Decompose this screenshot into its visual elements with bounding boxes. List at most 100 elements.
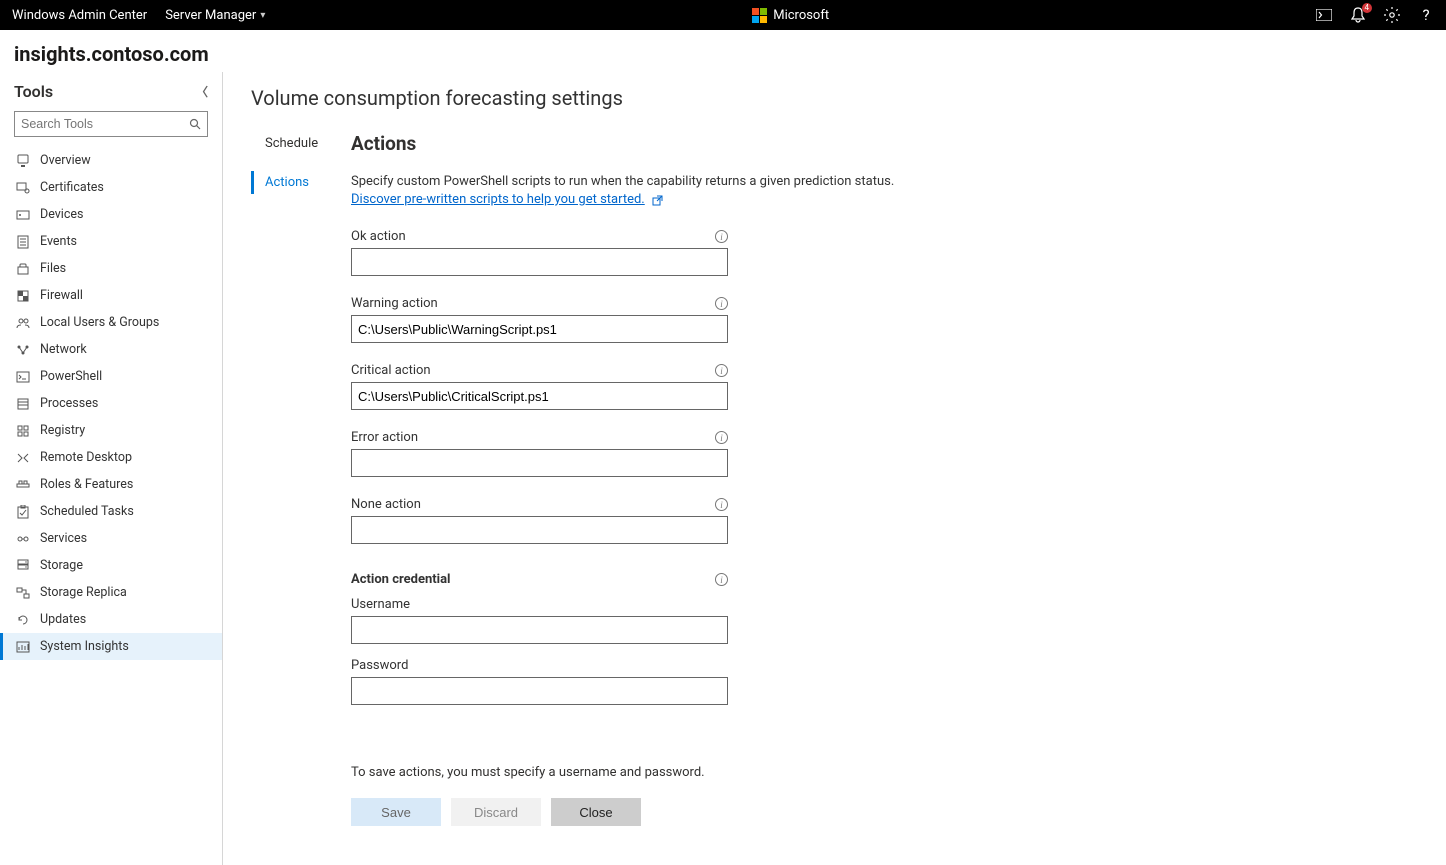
sidebar-item-powershell[interactable]: PowerShell [0,363,222,390]
section-description: Specify custom PowerShell scripts to run… [351,173,894,209]
tool-icon [16,370,30,384]
sidebar-item-label: Scheduled Tasks [40,504,134,519]
warning-action-label: Warning action [351,296,438,311]
discover-scripts-link[interactable]: Discover pre-written scripts to help you… [351,192,645,207]
settings-icon[interactable] [1384,7,1400,23]
sidebar-item-label: Certificates [40,180,104,195]
tool-icon [16,559,30,573]
sidebar-item-label: Firewall [40,288,83,303]
tools-title: Tools [14,82,53,101]
notification-badge: 4 [1362,3,1373,13]
close-button[interactable]: Close [551,798,641,826]
error-action-input[interactable] [351,449,728,477]
action-credential-heading: Action credential [351,572,451,587]
sidebar-item-services[interactable]: Services [0,525,222,552]
sidebar-item-network[interactable]: Network [0,336,222,363]
tool-icon [16,640,30,654]
sidebar-item-updates[interactable]: Updates [0,606,222,633]
tool-icon [16,451,30,465]
critical-action-info-icon[interactable]: i [715,364,728,377]
sidebar-item-overview[interactable]: Overview [0,147,222,174]
critical-action-input[interactable] [351,382,728,410]
sidebar-item-label: Services [40,531,87,546]
warning-action-info-icon[interactable]: i [715,297,728,310]
tab-schedule[interactable]: Schedule [251,132,321,155]
server-name: insights.contoso.com [0,30,1446,72]
sidebar-item-label: Remote Desktop [40,450,132,465]
sidebar-item-label: System Insights [40,639,129,654]
none-action-label: None action [351,497,421,512]
tab-actions[interactable]: Actions [251,171,321,194]
tool-icon [16,208,30,222]
sidebar-item-local-users-groups[interactable]: Local Users & Groups [0,309,222,336]
none-action-info-icon[interactable]: i [715,498,728,511]
action-credential-info-icon[interactable]: i [715,573,728,586]
server-manager-dropdown[interactable]: Server Manager ▾ [165,8,265,23]
terminal-icon[interactable] [1316,7,1332,23]
error-action-info-icon[interactable]: i [715,431,728,444]
tool-icon [16,505,30,519]
sidebar-item-scheduled-tasks[interactable]: Scheduled Tasks [0,498,222,525]
dropdown-label: Server Manager [165,8,256,23]
sidebar-item-label: Updates [40,612,86,627]
tool-icon [16,181,30,195]
sidebar-item-remote-desktop[interactable]: Remote Desktop [0,444,222,471]
tool-icon [16,235,30,249]
ok-action-input[interactable] [351,248,728,276]
main-content: Volume consumption forecasting settings … [223,72,1446,865]
sidebar-item-label: Events [40,234,77,249]
tool-icon [16,397,30,411]
sidebar-item-events[interactable]: Events [0,228,222,255]
app-brand: Windows Admin Center [12,8,147,23]
collapse-sidebar-icon[interactable]: 〈 [196,83,208,100]
settings-tabs: Schedule Actions [251,132,321,826]
sidebar-item-storage[interactable]: Storage [0,552,222,579]
password-input[interactable] [351,677,728,705]
sidebar-item-files[interactable]: Files [0,255,222,282]
ok-action-info-icon[interactable]: i [715,230,728,243]
sidebar-item-certificates[interactable]: Certificates [0,174,222,201]
sidebar-item-label: PowerShell [40,369,102,384]
sidebar-item-label: Local Users & Groups [40,315,159,330]
username-label: Username [351,597,410,612]
tool-icon [16,316,30,330]
sidebar-item-system-insights[interactable]: System Insights [0,633,222,660]
tool-icon [16,424,30,438]
tool-icon [16,532,30,546]
save-button[interactable]: Save [351,798,441,826]
sidebar-item-label: Network [40,342,87,357]
critical-action-label: Critical action [351,363,431,378]
sidebar-item-label: Storage [40,558,83,573]
warning-action-input[interactable] [351,315,728,343]
sidebar-item-label: Files [40,261,66,276]
sidebar: Tools 〈 Overview Certificates Devices Event… [0,72,223,865]
sidebar-item-storage-replica[interactable]: Storage Replica [0,579,222,606]
tool-icon [16,289,30,303]
sidebar-item-registry[interactable]: Registry [0,417,222,444]
sidebar-item-roles-features[interactable]: Roles & Features [0,471,222,498]
sidebar-item-devices[interactable]: Devices [0,201,222,228]
sidebar-item-label: Storage Replica [40,585,127,600]
username-input[interactable] [351,616,728,644]
search-icon [189,118,201,130]
sidebar-item-label: Processes [40,396,98,411]
microsoft-label: Microsoft [773,8,829,23]
none-action-input[interactable] [351,516,728,544]
sidebar-item-processes[interactable]: Processes [0,390,222,417]
discard-button[interactable]: Discard [451,798,541,826]
ok-action-label: Ok action [351,229,406,244]
tool-icon [16,343,30,357]
sidebar-item-label: Registry [40,423,85,438]
help-icon[interactable]: ? [1418,7,1434,23]
search-tools-box[interactable] [14,111,208,137]
error-action-label: Error action [351,430,418,445]
microsoft-logo-icon [752,8,767,23]
save-footnote: To save actions, you must specify a user… [351,765,894,780]
tool-icon [16,478,30,492]
search-tools-input[interactable] [21,117,189,131]
notifications-icon[interactable]: 4 [1350,7,1366,23]
external-link-icon [652,193,663,206]
sidebar-item-label: Overview [40,153,91,168]
tool-icon [16,586,30,600]
sidebar-item-firewall[interactable]: Firewall [0,282,222,309]
